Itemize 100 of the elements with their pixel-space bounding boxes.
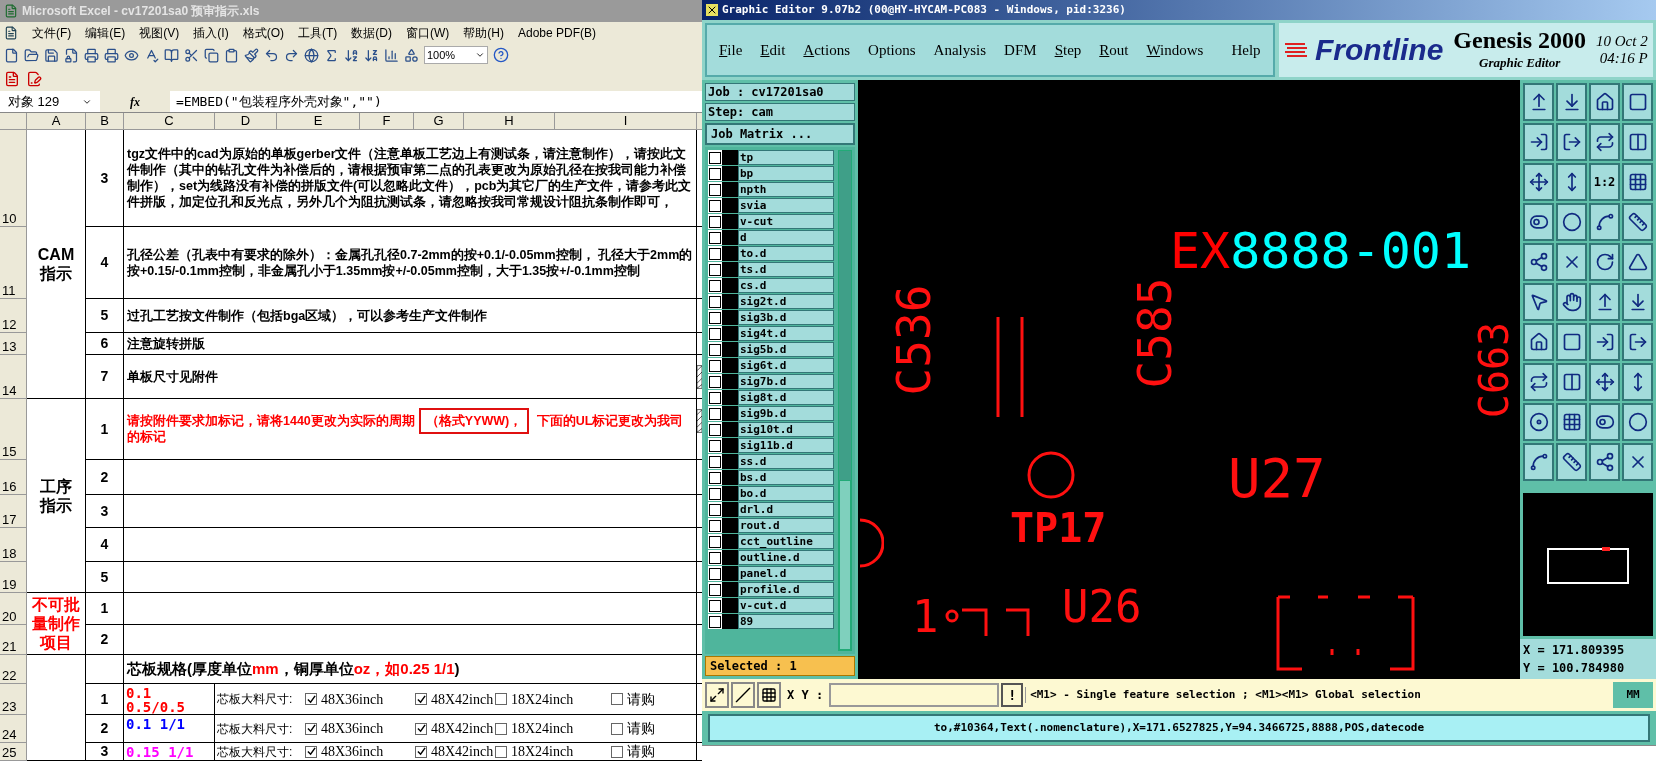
layer-checkbox[interactable]	[708, 502, 722, 517]
tool-button[interactable]	[1556, 203, 1587, 241]
menu-item[interactable]: Help	[1231, 38, 1261, 62]
tool-button[interactable]	[1523, 163, 1554, 201]
locked-file-icon[interactable]	[64, 47, 79, 63]
undo-icon[interactable]	[264, 47, 279, 63]
redo-icon[interactable]	[284, 47, 299, 63]
layer-name[interactable]: v-cut	[738, 214, 834, 229]
scroll-thumb[interactable]	[839, 480, 851, 650]
layer-name[interactable]: drl.d	[738, 502, 834, 517]
tool-button[interactable]	[1556, 123, 1587, 161]
xy-input[interactable]	[829, 683, 1000, 707]
tool-button[interactable]	[1556, 323, 1587, 361]
sigma-icon[interactable]	[324, 47, 339, 63]
checkbox[interactable]	[611, 722, 623, 735]
tool-button[interactable]	[1589, 443, 1620, 481]
name-box[interactable]: 对象 129	[0, 91, 100, 112]
layer-checkbox[interactable]	[708, 582, 722, 597]
row-header[interactable]: 14	[0, 355, 27, 399]
layer-checkbox[interactable]	[708, 438, 722, 453]
scrollbar[interactable]	[838, 150, 852, 651]
menu-item[interactable]: 文件(F)	[32, 23, 72, 42]
layer-checkbox[interactable]	[708, 374, 722, 389]
layer-name[interactable]: sig11b.d	[738, 438, 834, 453]
row-header[interactable]: 12	[0, 299, 27, 333]
layer-name[interactable]: tp	[738, 150, 834, 165]
tool-button[interactable]	[1556, 163, 1587, 201]
book-icon[interactable]	[164, 47, 179, 63]
layer-checkbox[interactable]	[708, 358, 722, 373]
tool-button[interactable]	[1556, 83, 1587, 121]
job-matrix-button[interactable]: Job Matrix ...	[705, 123, 855, 145]
layer-name[interactable]: d	[738, 230, 834, 245]
save-icon[interactable]	[44, 47, 59, 63]
new-file-icon[interactable]	[4, 47, 19, 63]
layer-checkbox[interactable]	[708, 246, 722, 261]
layer-name[interactable]: npth	[738, 182, 834, 197]
menu-item[interactable]: 编辑(E)	[85, 23, 126, 42]
tool-button[interactable]	[1589, 83, 1620, 121]
row-header[interactable]: 22	[0, 655, 27, 684]
checkbox[interactable]	[415, 745, 427, 758]
layer-checkbox[interactable]	[708, 566, 722, 581]
layer-name[interactable]: outline.d	[738, 550, 834, 565]
column-header[interactable]: C	[124, 113, 215, 130]
layer-checkbox[interactable]	[708, 470, 722, 485]
layer-checkbox[interactable]	[708, 614, 722, 629]
layer-checkbox[interactable]	[708, 294, 722, 309]
tool-button[interactable]	[1523, 323, 1554, 361]
pdf-icon[interactable]	[4, 71, 20, 87]
column-header[interactable]: G	[414, 113, 464, 130]
tool-button[interactable]	[1523, 83, 1554, 121]
tool-button[interactable]	[1622, 163, 1653, 201]
checkbox[interactable]	[305, 693, 317, 705]
tool-button[interactable]	[1523, 123, 1554, 161]
menu-item[interactable]: 窗口(W)	[406, 23, 450, 42]
paintbrush-icon[interactable]	[244, 47, 259, 63]
menu-item[interactable]: DFM	[1004, 38, 1037, 62]
preview-icon[interactable]	[124, 47, 139, 63]
zoom-combobox[interactable]: 100%	[424, 46, 488, 64]
menu-item[interactable]: 插入(I)	[193, 23, 229, 42]
snap-button[interactable]	[705, 682, 729, 708]
menu-item[interactable]: Options	[868, 38, 916, 62]
menu-item[interactable]: Rout	[1099, 38, 1129, 62]
layer-checkbox[interactable]	[708, 518, 722, 533]
folder-icon[interactable]	[24, 47, 39, 63]
tool-button[interactable]	[1589, 323, 1620, 361]
pdf-comment-icon[interactable]	[26, 71, 42, 87]
tool-button[interactable]	[1622, 243, 1653, 281]
layer-name[interactable]: bo.d	[738, 486, 834, 501]
layer-name[interactable]: sig10t.d	[738, 422, 834, 437]
scale-button[interactable]: 1:2	[1589, 163, 1620, 201]
menu-item[interactable]: 数据(D)	[351, 23, 392, 42]
tool-button[interactable]	[1589, 363, 1620, 401]
row-header[interactable]: 19	[0, 562, 27, 593]
row-header[interactable]: 15	[0, 399, 27, 460]
layer-name[interactable]: panel.d	[738, 566, 834, 581]
tool-button[interactable]	[1622, 403, 1653, 441]
layer-checkbox[interactable]	[708, 150, 722, 165]
row-header[interactable]: 13	[0, 333, 27, 355]
menu-item[interactable]: Actions	[803, 38, 851, 62]
alert-button[interactable]: !	[1001, 683, 1024, 707]
function-button[interactable]: fx	[100, 91, 170, 112]
layer-checkbox[interactable]	[708, 342, 722, 357]
checkbox[interactable]	[495, 745, 507, 758]
menu-item[interactable]: 视图(V)	[139, 23, 180, 42]
layer-name[interactable]: sig6t.d	[738, 358, 834, 373]
checkbox[interactable]	[305, 722, 317, 735]
spellcheck-icon[interactable]	[144, 47, 159, 63]
snap-button[interactable]	[757, 682, 781, 708]
tool-button[interactable]	[1589, 243, 1620, 281]
layer-name[interactable]: 89	[738, 614, 834, 629]
menu-item[interactable]: File	[719, 38, 743, 62]
row-header[interactable]: 10	[0, 130, 27, 227]
column-header[interactable]: A	[27, 113, 86, 130]
tool-button[interactable]	[1589, 283, 1620, 321]
menu-item[interactable]: Windows	[1146, 38, 1204, 62]
layer-checkbox[interactable]	[708, 534, 722, 549]
layer-name[interactable]: ts.d	[738, 262, 834, 277]
tool-button[interactable]	[1556, 363, 1587, 401]
layer-checkbox[interactable]	[708, 310, 722, 325]
layer-name[interactable]: svia	[738, 198, 834, 213]
